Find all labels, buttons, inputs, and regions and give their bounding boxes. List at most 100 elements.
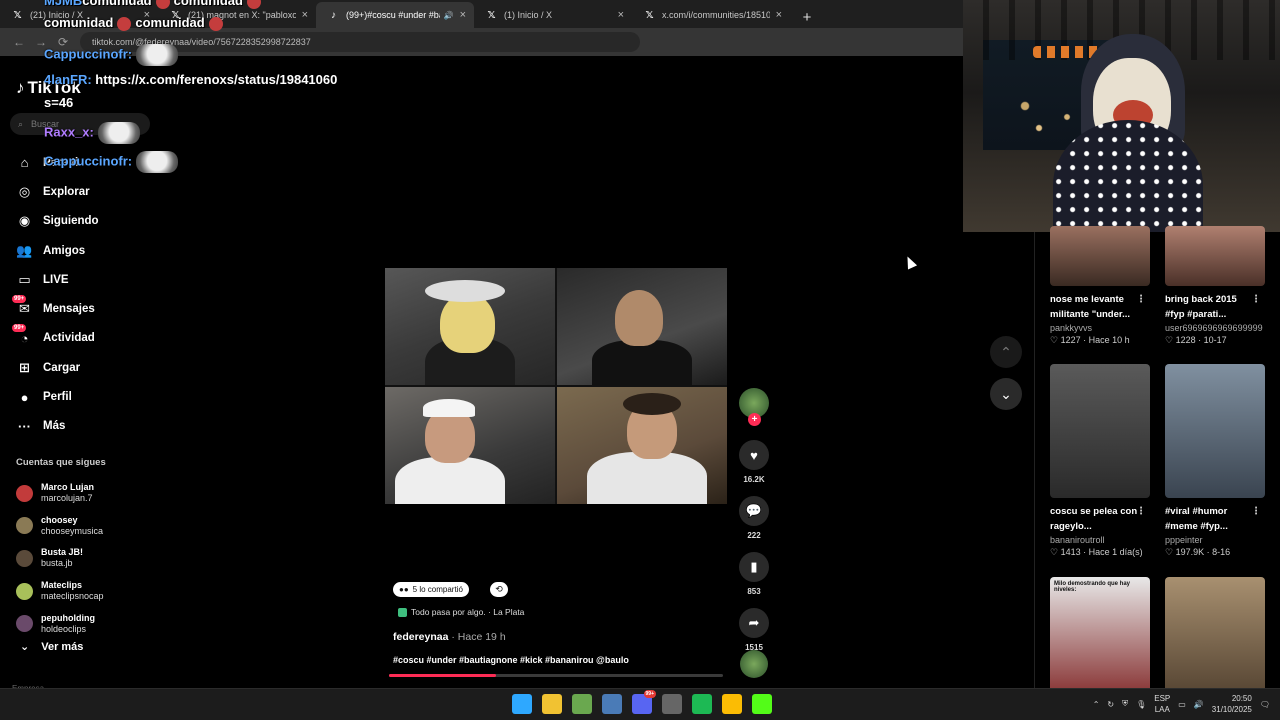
followed-account[interactable]: Mateclips mateclipsnocap — [16, 575, 156, 608]
follow-plus-icon[interactable]: + — [748, 413, 761, 426]
creator-avatar[interactable]: + — [739, 388, 769, 426]
discord-icon[interactable]: 99+ — [632, 690, 656, 714]
sidebar-item-following[interactable]: ◉ Siguiendo — [16, 207, 156, 236]
music-link[interactable]: Todo pasa por algo. · La Plata — [398, 607, 524, 617]
language-indicator[interactable]: ESP LAA — [1154, 693, 1170, 715]
sidebar-item-friends[interactable]: 👥 Amigos — [16, 236, 156, 265]
network-icon[interactable]: ▭ — [1178, 700, 1186, 709]
taskbar-apps: 99+ — [512, 690, 772, 714]
recommended-title-row: #viral #humor #meme #fyp... ⋮ — [1165, 504, 1261, 534]
video-cam-bottom-left — [385, 387, 555, 504]
browser-tab[interactable]: 𝕏 (1) Inicio / X × — [474, 2, 632, 28]
music-icon — [398, 607, 407, 617]
previous-video-button[interactable]: ⌃ — [990, 336, 1022, 368]
windows-start-icon[interactable] — [512, 694, 532, 714]
post-time: 8-16 — [1212, 547, 1231, 557]
chat-line: comunidad comunidad — [44, 16, 227, 31]
avatar — [16, 549, 33, 567]
tab-audio-icon[interactable]: 🔊 — [444, 11, 454, 20]
like-button[interactable]: ♥ — [739, 440, 769, 470]
recommended-title-row: nose me levante militante "under... ⋮ — [1050, 292, 1146, 322]
video-thumbnail[interactable] — [1165, 226, 1265, 286]
sidebar-item-compass[interactable]: ◎ Explorar — [16, 177, 156, 206]
share-button[interactable]: ➦ — [739, 608, 769, 638]
comment-count: 222 — [747, 531, 761, 540]
microphone-icon[interactable]: 🎙 — [1136, 700, 1146, 709]
shield-icon[interactable]: ⛨ — [1122, 699, 1128, 709]
close-tab-icon[interactable]: × — [776, 9, 782, 21]
sync-icon[interactable]: ↻ — [1107, 700, 1114, 709]
account-handle: mateclipsnocap — [41, 591, 104, 602]
recommended-video-user[interactable]: pankkyvvs — [1050, 323, 1150, 333]
sidebar-item-live[interactable]: ▭ LIVE — [16, 265, 156, 294]
music-disc-avatar[interactable] — [740, 650, 768, 678]
chrome-icon[interactable] — [722, 694, 742, 714]
sidebar-item-more[interactable]: ··· Más — [16, 412, 156, 441]
followed-account[interactable]: Marco Lujan marcolujan.7 — [16, 477, 156, 510]
recommended-video-user[interactable]: pppeinter — [1165, 535, 1265, 545]
mouse-cursor-icon — [902, 254, 918, 270]
volume-icon[interactable]: 🔊 — [1194, 700, 1204, 709]
steam-icon[interactable] — [602, 694, 622, 714]
account-names: choosey chooseymusica — [41, 515, 103, 537]
browser-tab[interactable]: 𝕏x.com/i/communities/18510397 × — [632, 2, 790, 28]
sidebar-item-upload[interactable]: ⊞ Cargar — [16, 353, 156, 382]
comment-icon: 💬 — [745, 503, 763, 518]
file-explorer-icon[interactable] — [542, 694, 562, 714]
post-time: 10-17 — [1203, 335, 1227, 345]
video-cam-top-right — [557, 268, 727, 385]
video-actions: + ♥ 16.2K 💬 222 ▮ 853 ➦ 1515 — [735, 388, 773, 652]
account-display-name: Busta JB! — [41, 547, 84, 558]
heart-icon: ♡ — [1050, 335, 1061, 345]
video-thumbnail[interactable] — [1050, 364, 1150, 498]
more-options-icon[interactable]: ⋮ — [1136, 292, 1146, 307]
account-display-name: Marco Lujan — [41, 482, 95, 493]
shared-by-pill[interactable]: ●● 5 lo compartió — [393, 582, 469, 597]
share-arrow-icon: ➦ — [748, 615, 760, 630]
spotify-icon[interactable] — [692, 694, 712, 714]
video-player[interactable] — [385, 268, 727, 504]
followed-account[interactable]: pepuholding holdeoclips — [16, 607, 156, 640]
recommended-video-user[interactable]: bananiroutroll — [1050, 535, 1150, 545]
recommended-video-card[interactable]: coscu se pelea con rageylo... ⋮ bananirout… — [1050, 364, 1154, 558]
close-tab-icon[interactable]: × — [460, 9, 466, 21]
obs-icon[interactable] — [662, 694, 682, 714]
browser-tab[interactable]: ♪ (99+)#coscu #under #bauti 🔊 × — [316, 2, 474, 28]
recommended-video-title: coscu se pelea con rageylo... — [1050, 506, 1138, 532]
notification-icon[interactable]: 🗨 — [1260, 700, 1270, 709]
video-thumbnail[interactable] — [1165, 364, 1265, 498]
sidebar-item-activity[interactable]: ◔ 99+ Actividad — [12, 323, 156, 353]
post-time: · Hace 19 h — [451, 631, 506, 643]
repost-icon[interactable]: ⟲ — [490, 582, 508, 597]
video-hashtags[interactable]: #coscu #under #bautiagnone #kick #banani… — [393, 655, 629, 665]
back-icon[interactable]: ← — [8, 35, 30, 49]
new-tab-button[interactable]: + — [796, 6, 818, 28]
followed-account[interactable]: Busta JB! busta.jb — [16, 542, 156, 575]
video-thumbnail[interactable] — [1050, 226, 1150, 286]
minecraft-icon[interactable] — [572, 694, 592, 714]
next-video-button[interactable]: ⌄ — [990, 378, 1022, 410]
followed-account[interactable]: choosey chooseymusica — [16, 510, 156, 543]
kick-icon[interactable] — [752, 694, 772, 714]
comment-button[interactable]: 💬 — [739, 496, 769, 526]
close-tab-icon[interactable]: × — [618, 9, 624, 21]
sidebar-item-messages[interactable]: ✉ 99+ Mensajes — [12, 294, 156, 323]
see-more-button[interactable]: ⌄ Ver más — [20, 640, 83, 654]
recommended-video-card[interactable]: nose me levante militante "under... ⋮ pank… — [1050, 226, 1154, 346]
recommended-video-card[interactable]: #viral #humor #meme #fyp... ⋮ pppeinter ♡ 1… — [1165, 364, 1269, 558]
more-options-icon[interactable]: ⋮ — [1251, 504, 1261, 519]
video-progress-bar[interactable] — [389, 674, 723, 677]
tab-title: (99+)#coscu #under #bauti — [346, 10, 440, 20]
video-author[interactable]: federeynaa · Hace 19 h — [393, 631, 506, 643]
save-button[interactable]: ▮ — [739, 552, 769, 582]
close-tab-icon[interactable]: × — [302, 9, 308, 21]
more-options-icon[interactable]: ⋮ — [1136, 504, 1146, 519]
tray-chevron-icon[interactable]: ⌃ — [1093, 700, 1100, 709]
recommended-videos: nose me levante militante "under... ⋮ pank… — [1034, 226, 1280, 711]
more-options-icon[interactable]: ⋮ — [1251, 292, 1261, 307]
recommended-video-user[interactable]: user6969696969699999 — [1165, 323, 1265, 333]
system-clock[interactable]: 20:50 31/10/2025 — [1212, 693, 1252, 715]
chat-emote — [136, 44, 179, 66]
recommended-video-card[interactable]: bring back 2015 #fyp #parati... ⋮ user6969… — [1165, 226, 1269, 346]
sidebar-item-profile[interactable]: ● Perfil — [16, 382, 156, 411]
